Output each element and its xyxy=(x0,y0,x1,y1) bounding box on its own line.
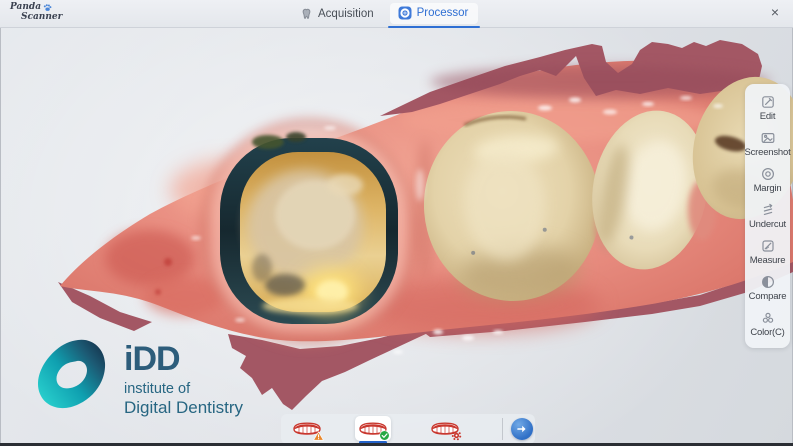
tab-bar: Acquisition Processor xyxy=(300,0,478,27)
tool-screenshot-label: Screenshot xyxy=(744,147,790,158)
tool-undercut[interactable]: Undercut xyxy=(745,198,790,234)
scan-thumbnail-ok[interactable] xyxy=(355,416,391,441)
tool-measure-label: Measure xyxy=(750,255,786,266)
tab-processor[interactable]: Processor xyxy=(390,3,479,24)
tool-margin[interactable]: Margin xyxy=(745,162,790,198)
scan-thumbnail-bar xyxy=(281,414,535,444)
compare-icon xyxy=(761,275,775,289)
idd-loop-icon xyxy=(34,336,112,416)
measure-icon xyxy=(761,239,775,253)
processor-icon xyxy=(398,6,412,20)
tool-panel: Edit Screenshot Margin Undercut xyxy=(745,84,790,348)
brand-logo: Panda Scanner xyxy=(10,3,62,22)
next-step-button[interactable] xyxy=(511,418,533,440)
idd-subtitle-1: institute of xyxy=(124,381,243,397)
arrow-right-icon xyxy=(516,423,528,435)
idd-logo: iDD institute of Digital Dentistry xyxy=(34,336,243,418)
tab-processor-label: Processor xyxy=(417,7,469,19)
tool-margin-label: Margin xyxy=(754,183,782,194)
tool-screenshot[interactable]: Screenshot xyxy=(745,126,790,162)
screenshot-icon xyxy=(761,131,775,145)
scan-thumbnail-warning[interactable] xyxy=(289,416,325,441)
tool-compare-label: Compare xyxy=(749,291,787,302)
brand-line2: Scanner xyxy=(21,13,62,22)
tool-color[interactable]: Color(C) xyxy=(745,306,790,342)
close-button[interactable]: × xyxy=(771,5,779,19)
tool-edit-label: Edit xyxy=(760,111,776,122)
tool-undercut-label: Undercut xyxy=(749,219,786,230)
tool-measure[interactable]: Measure xyxy=(745,234,790,270)
divider xyxy=(502,418,503,440)
edit-icon xyxy=(761,95,775,109)
margin-icon xyxy=(761,167,775,181)
titlebar: Panda Scanner Acquisition xyxy=(0,0,793,28)
check-circle-icon xyxy=(379,430,390,441)
tab-acquisition-label: Acquisition xyxy=(318,8,374,20)
idd-title: iDD xyxy=(124,344,243,375)
red-gear-icon xyxy=(451,430,462,441)
tool-color-label: Color(C) xyxy=(750,327,784,338)
tool-edit[interactable]: Edit xyxy=(745,90,790,126)
prepared-tooth xyxy=(205,124,413,340)
app-window: Panda Scanner Acquisition xyxy=(0,0,793,446)
scan-thumbnail-error[interactable] xyxy=(427,416,463,441)
idd-logo-text: iDD institute of Digital Dentistry xyxy=(124,336,243,418)
brand-line1: Panda xyxy=(10,3,41,12)
tab-acquisition[interactable]: Acquisition xyxy=(300,7,374,20)
color-icon xyxy=(761,311,775,325)
undercut-icon xyxy=(761,203,775,217)
idd-subtitle-2: Digital Dentistry xyxy=(124,398,243,418)
warning-triangle-icon xyxy=(313,431,324,441)
tool-compare[interactable]: Compare xyxy=(745,270,790,306)
paw-icon xyxy=(43,3,52,12)
tooth-icon xyxy=(300,7,313,20)
